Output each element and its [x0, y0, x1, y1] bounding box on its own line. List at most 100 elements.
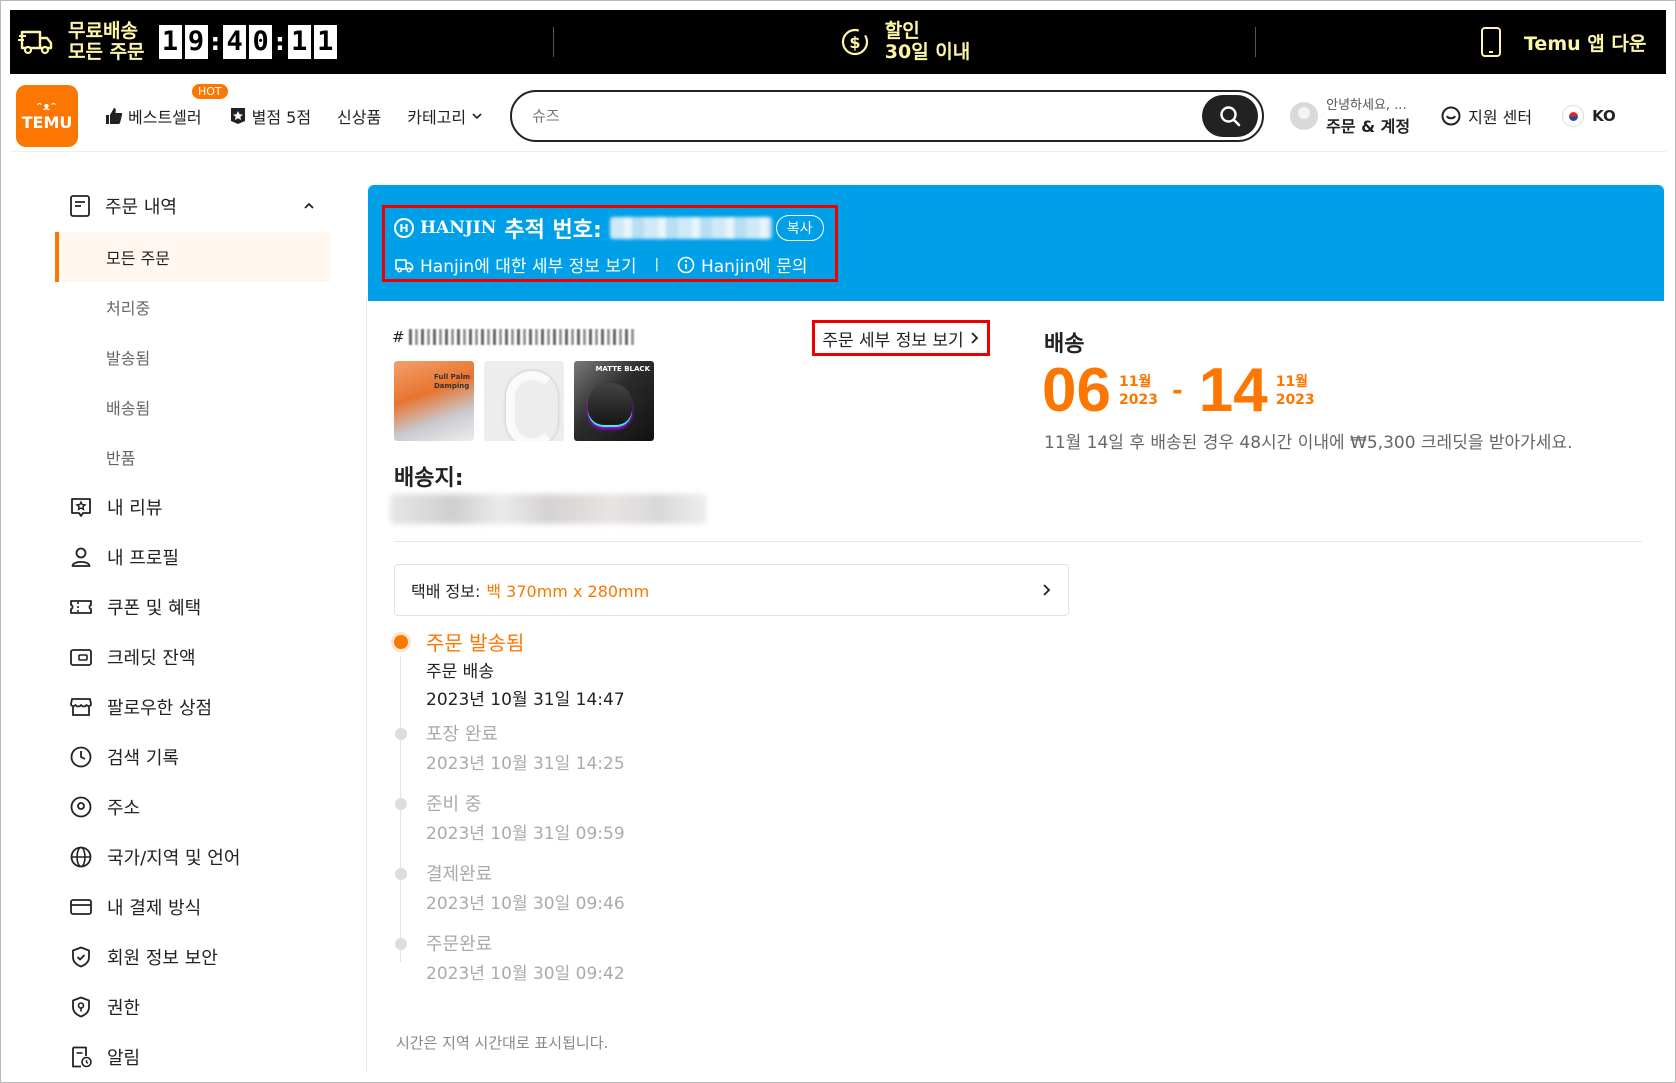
copy-button[interactable]: 복사 — [775, 215, 824, 241]
timeline-step: 준비 중 2023년 10월 31일 09:59 — [394, 790, 625, 860]
truck-icon — [18, 30, 53, 55]
language-selector[interactable]: KO — [1562, 104, 1616, 127]
sidebar-item-payment-methods[interactable]: 내 결제 방식 — [55, 882, 330, 932]
timeline-dot — [395, 868, 407, 880]
date-range-dash: - — [1171, 376, 1183, 406]
timeline-step-title: 결제완료 — [426, 864, 493, 885]
order-number-redacted — [408, 329, 637, 345]
wallet-icon — [70, 649, 92, 666]
sidebar-item-notifications[interactable]: 알림 — [55, 1032, 330, 1082]
sidebar-item-account-security[interactable]: 회원 정보 보안 — [55, 932, 330, 982]
all-orders-text: 모든 주문 — [68, 41, 145, 63]
sidebar-item-all-orders[interactable]: 모든 주문 — [55, 232, 330, 282]
timeline-step-time: 2023년 10월 30일 09:46 — [426, 894, 625, 914]
discount-text: 할인 — [884, 20, 920, 42]
product-thumbnail-mouse[interactable] — [574, 361, 654, 441]
sidebar-item-label: 회원 정보 보안 — [107, 948, 218, 969]
product-thumbnail-insoles[interactable] — [394, 361, 474, 441]
timeline-step-title: 주문 발송됨 — [426, 631, 525, 655]
parcel-info-row[interactable]: 택배 정보: 백 370mm x 280mm — [394, 564, 1069, 616]
delivery-end-day: 14 — [1198, 356, 1268, 425]
promo-bar[interactable]: 무료배송 모든 주문 1 9 : 4 0 : 1 1 $ 할인 30일 이내 T — [10, 10, 1666, 74]
nav-categories[interactable]: 카테고리 — [407, 104, 484, 128]
language-code: KO — [1592, 106, 1616, 125]
support-center-link[interactable]: 지원 센터 — [1440, 104, 1532, 128]
timeline-step-title: 주문완료 — [426, 934, 493, 955]
carrier-name: HANJIN — [420, 218, 497, 238]
sidebar-item-label: 국가/지역 및 언어 — [107, 848, 241, 869]
search-button[interactable] — [1202, 94, 1259, 137]
sidebar-orders-header[interactable]: 주문 내역 — [55, 180, 330, 232]
sidebar-item-address[interactable]: 주소 — [55, 782, 330, 832]
timer-colon: : — [210, 28, 221, 56]
shipping-address-title: 배송지: — [394, 466, 464, 491]
delivery-end-month: 11월 — [1275, 374, 1309, 390]
best-seller-label: 베스트셀러 — [128, 107, 202, 127]
timeline-step: 주문 발송됨 주문 배송 2023년 10월 31일 14:47 — [394, 628, 625, 718]
sidebar-item-returns[interactable]: 반품 — [55, 432, 330, 482]
sidebar-item-credit[interactable]: 크레딧 잔액 — [55, 632, 330, 682]
timeline-step: 포장 완료 2023년 10월 31일 14:25 — [394, 720, 625, 790]
credit-card-icon — [70, 899, 92, 915]
delivery-truck-icon — [395, 258, 414, 273]
sidebar-item-delivered[interactable]: 배송됨 — [55, 382, 330, 432]
timer-digit: 0 — [249, 25, 273, 59]
chevron-up-icon — [304, 202, 314, 209]
delivery-date-range: 06 11월 2023 - 14 11월 2023 — [1042, 358, 1315, 424]
account-sidebar: 주문 내역 모든 주문 처리중 발송됨 배송됨 반품 내 리뷰 내 프로필 쿠폰… — [55, 180, 330, 1082]
hanjin-logo: H HANJIN — [394, 218, 496, 238]
sidebar-item-followed-stores[interactable]: 팔로우한 상점 — [55, 682, 330, 732]
sidebar-item-search-history[interactable]: 검색 기록 — [55, 732, 330, 782]
notification-icon — [72, 1046, 92, 1068]
carrier-details-link[interactable]: Hanjin에 대한 세부 정보 보기 — [420, 252, 637, 277]
tracking-number-redacted — [609, 217, 772, 239]
sidebar-item-region-language[interactable]: 국가/지역 및 언어 — [55, 832, 330, 882]
site-header: ᵔᴥᵔ TEMU 베스트셀러 HOT 별점 5점 신상품 카테고리 슈즈 안녕하… — [10, 80, 1666, 152]
order-details-label: 주문 세부 정보 보기 — [822, 330, 964, 351]
sidebar-item-permissions[interactable]: 권한 — [55, 982, 330, 1032]
timeline-dot — [395, 728, 407, 740]
timeline-step-time: 2023년 10월 31일 14:47 — [426, 690, 625, 710]
parcel-info-label: 택배 정보: — [411, 582, 481, 601]
sidebar-item-profile[interactable]: 내 프로필 — [55, 532, 330, 582]
sidebar-item-coupons[interactable]: 쿠폰 및 혜택 — [55, 582, 330, 632]
app-download-segment[interactable]: Temu 앱 다운 — [1256, 26, 1666, 58]
timer-digit: 1 — [287, 25, 311, 59]
late-delivery-credit-note: 11월 14일 후 배송된 경우 48시간 이내에 ₩5,300 크레딧을 받아… — [1044, 433, 1573, 453]
nav-new-arrivals[interactable]: 신상품 — [337, 104, 381, 128]
carrier-contact-link[interactable]: Hanjin에 문의 — [701, 252, 808, 277]
shipment-timeline: 주문 발송됨 주문 배송 2023년 10월 31일 14:47 포장 완료 2… — [394, 628, 625, 1000]
sidebar-item-label: 크레딧 잔액 — [107, 648, 196, 669]
timezone-note: 시간은 지역 시간대로 표시됩니다. — [396, 1034, 609, 1052]
sidebar-item-shipped[interactable]: 발송됨 — [55, 332, 330, 382]
timer-digit: 9 — [184, 25, 208, 59]
sidebar-item-label: 쿠폰 및 혜택 — [107, 598, 202, 619]
sidebar-item-reviews[interactable]: 내 리뷰 — [55, 482, 330, 532]
free-shipping-text: 무료배송 — [68, 20, 138, 42]
nav-best-seller[interactable]: 베스트셀러 HOT — [104, 83, 228, 128]
logo-mascot: ᵔᴥᵔ — [36, 99, 58, 113]
sidebar-item-processing[interactable]: 처리중 — [55, 282, 330, 332]
nav-five-star[interactable]: 별점 5점 — [228, 104, 311, 128]
shield-check-icon — [72, 946, 90, 968]
order-details-link[interactable]: 주문 세부 정보 보기 — [812, 320, 990, 356]
timeline-step-title: 준비 중 — [426, 794, 482, 815]
timer-digit: 1 — [158, 25, 182, 59]
info-icon — [677, 256, 695, 273]
product-thumbnail-watch-band[interactable] — [484, 361, 564, 441]
support-chat-icon — [1441, 106, 1461, 125]
discount-segment: $ 할인 30일 이내 — [554, 21, 1255, 63]
order-number: # — [392, 328, 637, 346]
logo-text: TEMU — [21, 112, 73, 132]
delivery-end-year: 2023 — [1275, 392, 1315, 408]
temu-logo[interactable]: ᵔᴥᵔ TEMU — [16, 84, 78, 147]
timer-colon: : — [275, 28, 285, 56]
free-shipping-segment: 무료배송 모든 주문 1 9 : 4 0 : 1 1 — [10, 21, 553, 63]
order-product-thumbnails — [394, 361, 664, 441]
parcel-info-value: 백 370mm x 280mm — [486, 582, 650, 601]
timeline-step: 결제완료 2023년 10월 30일 09:46 — [394, 860, 625, 930]
account-menu[interactable]: 안녕하세요, ... 주문 & 계정 — [1290, 94, 1410, 137]
search-input[interactable] — [532, 106, 1133, 125]
globe-icon — [70, 846, 92, 868]
shipping-address-redacted — [390, 494, 707, 524]
